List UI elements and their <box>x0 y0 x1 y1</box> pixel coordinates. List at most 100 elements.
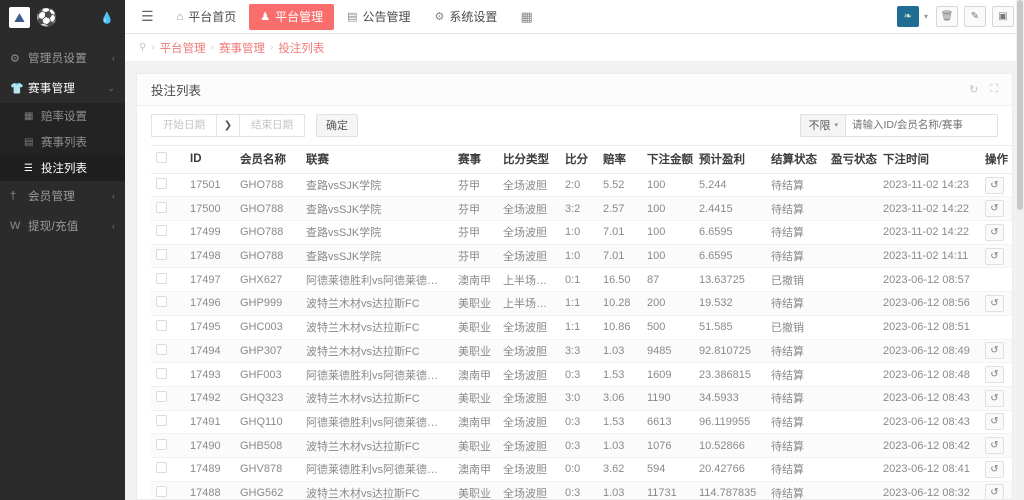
table-row[interactable]: 17497 GHX627 阿德莱德胜利vs阿德莱德眼镜蛇 澳南甲 上半场波胆 0:1 16.… <box>151 267 1012 293</box>
table-row[interactable]: 17489 GHV878 阿德莱德胜利vs阿德莱德眼镜蛇 澳南甲 全场波胆 0:0 3.62… <box>151 457 1012 482</box>
row-event: 澳南甲 <box>453 457 498 482</box>
column-header-bet-amount: 下注金额 <box>642 144 694 174</box>
search-input[interactable] <box>845 113 998 137</box>
breadcrumb-item-platform-management[interactable]: 平台管理 <box>160 40 206 56</box>
table-row[interactable]: 17495 GHC003 波特兰木材vs达拉斯FC 美职业 全场波胆 1:1 10.86 50… <box>151 315 1012 340</box>
table-row[interactable]: 17496 GHP999 波特兰木材vs达拉斯FC 美职业 上半场波胆 1:1 10.28 2… <box>151 291 1012 316</box>
edit-button[interactable]: ✎ <box>964 6 986 28</box>
row-bet-time: 2023-06-12 08:48 <box>878 362 980 387</box>
water-drop-icon[interactable]: 💧 <box>100 11 114 24</box>
row-checkbox[interactable] <box>156 462 167 474</box>
row-checkbox[interactable] <box>156 296 167 308</box>
row-actions: ↺ <box>980 481 1012 499</box>
table-row[interactable]: 17501 GHO788 查路vsSJK学院 芬甲 全场波胆 2:0 5.52 100 5.24… <box>151 173 1012 198</box>
undo-icon[interactable]: ↺ <box>985 413 1004 431</box>
row-score-type: 全场波胆 <box>498 457 560 482</box>
table-row[interactable]: 17498 GHO788 查路vsSJK学院 芬甲 全场波胆 1:0 7.01 100 6.65… <box>151 244 1012 269</box>
filter-select[interactable]: 不限 ▾ <box>800 113 845 137</box>
undo-icon[interactable]: ↺ <box>985 200 1004 218</box>
breadcrumb-item-match-management[interactable]: 赛事管理 <box>219 40 265 56</box>
tab-announcement-management[interactable]: ▤ 公告管理 <box>336 4 421 30</box>
table-row[interactable]: 17493 GHF003 阿德莱德胜利vs阿德莱德眼镜蛇 澳南甲 全场波胆 0:3 1.53… <box>151 362 1012 387</box>
sidebar-item-member-management[interactable]: † 会员管理 ‹ <box>0 181 125 211</box>
table-row[interactable]: 17499 GHO788 查路vsSJK学院 芬甲 全场波胆 1:0 7.01 100 6.65… <box>151 220 1012 245</box>
end-date-input[interactable]: 结束日期 <box>239 113 305 137</box>
row-checkbox[interactable] <box>156 485 167 497</box>
row-checkbox[interactable] <box>156 414 167 426</box>
row-odds: 1.53 <box>598 362 642 387</box>
tab-platform-home[interactable]: ⌂ 平台首页 <box>166 4 248 30</box>
sidebar-item-odds-settings[interactable]: ▦ 赔率设置 <box>0 103 125 129</box>
undo-icon[interactable]: ↺ <box>985 176 1004 194</box>
row-bet-amount: 100 <box>642 196 694 222</box>
row-actions: ↺ <box>980 457 1012 482</box>
chevron-down-icon: ▾ <box>834 122 838 130</box>
row-score-type: 全场波胆 <box>498 386 560 411</box>
qr-icon[interactable]: ▦ <box>510 9 542 25</box>
sidebar-item-withdraw-recharge[interactable]: W 提现/充值 ‹ <box>0 211 125 241</box>
sidebar-item-bet-list[interactable]: ☰ 投注列表 <box>0 155 125 181</box>
undo-icon[interactable]: ↺ <box>985 484 1004 499</box>
undo-icon[interactable]: ↺ <box>985 437 1004 455</box>
undo-icon[interactable]: ↺ <box>985 223 1004 241</box>
undo-icon[interactable]: ↺ <box>985 460 1004 478</box>
undo-icon[interactable]: ↺ <box>985 366 1004 384</box>
sidebar-item-label: 提现/充值 <box>28 221 79 233</box>
table-row[interactable]: 17494 GHP307 波特兰木材vs达拉斯FC 美职业 全场波胆 3:3 1.03 948… <box>151 339 1012 364</box>
row-member: GHF003 <box>235 362 301 387</box>
row-checkbox[interactable] <box>156 320 167 332</box>
row-checkbox[interactable] <box>156 343 167 355</box>
row-bet-amount: 500 <box>642 315 694 340</box>
chevron-left-icon: ‹ <box>112 221 115 231</box>
table-row[interactable]: 17490 GHB508 波特兰木材vs达拉斯FC 美职业 全场波胆 0:3 1.03 107… <box>151 433 1012 458</box>
refresh-icon[interactable]: ↻ <box>969 83 978 96</box>
row-pl-status <box>826 386 878 411</box>
window-button[interactable]: ▣ <box>992 6 1014 28</box>
date-range-arrow-icon: ❯ <box>217 113 239 137</box>
row-checkbox[interactable] <box>156 438 167 450</box>
sidebar-item-label: 会员管理 <box>28 191 76 203</box>
sidebar-item-admin-settings[interactable]: ⚙ 管理员设置 ‹ <box>0 43 125 73</box>
expand-icon[interactable]: ⛶ <box>990 83 998 96</box>
table-row[interactable]: 17488 GHG562 波特兰木材vs达拉斯FC 美职业 全场波胆 0:3 1.03 117… <box>151 481 1012 499</box>
row-expected-profit: 20.42766 <box>694 457 766 482</box>
start-date-input[interactable]: 开始日期 <box>151 113 217 137</box>
undo-icon[interactable]: ↺ <box>985 247 1004 265</box>
hamburger-icon[interactable]: ☰ <box>129 8 166 25</box>
delete-button[interactable]: 🗑 <box>936 6 958 28</box>
bet-table-container: ID 会员名称 联赛 赛事 比分类型 比分 赔率 下注金额 预计盈利 结算状态 <box>137 144 1012 499</box>
row-bet-amount: 1190 <box>642 386 694 411</box>
undo-icon[interactable]: ↺ <box>985 389 1004 407</box>
undo-icon[interactable]: ↺ <box>985 294 1004 312</box>
page-scrollbar[interactable] <box>1016 0 1024 500</box>
row-checkbox[interactable] <box>156 178 167 190</box>
row-score-type: 全场波胆 <box>498 220 560 245</box>
leaf-badge-button[interactable]: ❧ <box>896 6 919 28</box>
table-header-row: ID 会员名称 联赛 赛事 比分类型 比分 赔率 下注金额 预计盈利 结算状态 <box>151 144 1012 174</box>
chevron-down-icon[interactable]: ▾ <box>922 12 930 21</box>
tab-system-settings[interactable]: ⚙ 系统设置 <box>424 4 509 30</box>
sidebar-item-match-list[interactable]: ▤ 赛事列表 <box>0 129 125 155</box>
row-checkbox[interactable] <box>156 225 167 237</box>
tab-platform-management[interactable]: ♟ 平台管理 <box>249 3 335 30</box>
table-row[interactable]: 17500 GHO788 查路vsSJK学院 芬甲 全场波胆 3:2 2.57 100 2.44… <box>151 196 1012 222</box>
row-checkbox[interactable] <box>156 249 167 261</box>
table-row[interactable]: 17492 GHQ323 波特兰木材vs达拉斯FC 美职业 全场波胆 3:0 3.06 119… <box>151 386 1012 411</box>
undo-icon[interactable]: ↺ <box>985 342 1004 360</box>
row-checkbox[interactable] <box>156 367 167 379</box>
row-checkbox[interactable] <box>156 201 167 213</box>
scrollbar-thumb[interactable] <box>1017 0 1023 210</box>
row-select-cell <box>151 173 185 198</box>
table-row[interactable]: 17491 GHQ110 阿德莱德胜利vs阿德莱德眼镜蛇 澳南甲 全场波胆 0:3 1.53… <box>151 410 1012 435</box>
breadcrumb-item-bet-list: 投注列表 <box>278 42 325 55</box>
row-settle-status: 待结算 <box>766 362 826 387</box>
row-actions: ↺ <box>980 339 1012 364</box>
row-checkbox[interactable] <box>156 272 167 284</box>
select-all-checkbox[interactable] <box>156 152 167 164</box>
confirm-button[interactable]: 确定 <box>316 113 358 137</box>
sidebar-brand[interactable]: ⛰ ⚽ 💧 <box>0 0 125 35</box>
row-actions: ↺ <box>980 386 1012 411</box>
row-id: 17498 <box>185 244 235 269</box>
row-checkbox[interactable] <box>156 391 167 403</box>
sidebar-item-match-management[interactable]: 👕 赛事管理 ⌄ <box>0 73 125 103</box>
